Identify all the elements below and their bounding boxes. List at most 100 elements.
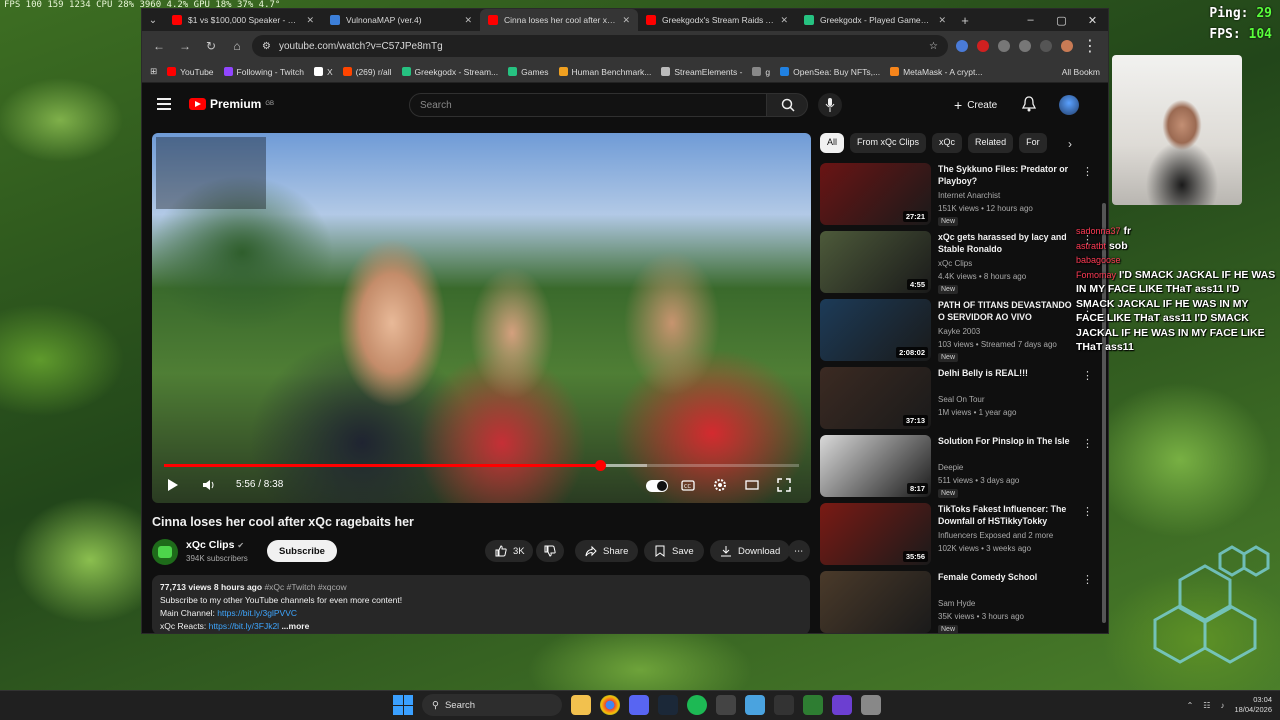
bookmark-item[interactable]: (269) r/all bbox=[342, 67, 392, 77]
browser-tab[interactable]: Cinna loses her cool after xQc ragebaits… bbox=[480, 9, 638, 31]
progress-bar[interactable] bbox=[164, 460, 799, 471]
volume-tray-icon[interactable]: ♪ bbox=[1220, 701, 1224, 710]
app-icon[interactable] bbox=[803, 695, 823, 715]
recommendation-channel[interactable]: Kayke 2003 bbox=[938, 327, 980, 336]
play-button[interactable] bbox=[168, 479, 178, 491]
reacts-channel-link[interactable]: https://bit.ly/3FJk2l bbox=[209, 621, 279, 631]
bookmark-item[interactable]: g bbox=[752, 67, 770, 77]
create-button[interactable]: + Create bbox=[950, 94, 1001, 116]
tab-close-icon[interactable]: ✕ bbox=[622, 15, 630, 26]
sidebar-icon[interactable] bbox=[1040, 40, 1052, 52]
filter-chip[interactable]: xQc bbox=[932, 133, 963, 153]
app-icon[interactable] bbox=[832, 695, 852, 715]
description-box[interactable]: 77,713 views 8 hours ago #xQc #Twitch #x… bbox=[152, 575, 810, 633]
back-button[interactable]: ← bbox=[148, 39, 170, 53]
share-button[interactable]: Share bbox=[575, 540, 639, 562]
maximize-button[interactable]: ▢ bbox=[1046, 14, 1077, 27]
recommendation-item[interactable]: 8:17 Solution For Pinslop in The Isle Deep… bbox=[820, 435, 1093, 503]
youtube-premium-logo[interactable]: Premium GB bbox=[189, 97, 274, 111]
discord-icon[interactable] bbox=[629, 695, 649, 715]
app-icon[interactable] bbox=[716, 695, 736, 715]
channel-name[interactable]: xQc Clips ✔ bbox=[186, 539, 244, 551]
recommendation-title[interactable]: Delhi Belly is REAL!!! bbox=[938, 367, 1078, 379]
recommendation-title[interactable]: Female Comedy School bbox=[938, 571, 1078, 583]
recommendation-item[interactable]: 27:21 The Sykkuno Files: Predator or Play… bbox=[820, 163, 1093, 231]
wifi-icon[interactable]: ☷ bbox=[1203, 701, 1210, 710]
forward-button[interactable]: → bbox=[174, 39, 196, 53]
show-more-link[interactable]: ...more bbox=[281, 621, 309, 631]
recommendation-item[interactable]: 4:55 xQc gets harassed by lacy and Stable… bbox=[820, 231, 1093, 299]
filter-chip[interactable]: All bbox=[820, 133, 845, 153]
recommendation-title[interactable]: Solution For Pinslop in The Isle bbox=[938, 435, 1078, 447]
account-avatar[interactable] bbox=[1059, 95, 1079, 115]
filter-chip[interactable]: From xQc Clips bbox=[850, 133, 927, 153]
captions-icon[interactable]: CC bbox=[680, 477, 696, 493]
chips-next-chevron-icon[interactable]: › bbox=[1068, 137, 1072, 151]
bookmark-item[interactable]: Human Benchmark... bbox=[558, 67, 651, 77]
volume-icon[interactable] bbox=[202, 479, 216, 491]
video-player[interactable]: 5:56 / 8:38 CC bbox=[152, 133, 811, 503]
taskbar-search[interactable]: ⚲ Search bbox=[422, 694, 562, 716]
filter-chip[interactable]: For bbox=[1019, 133, 1047, 153]
extension-icon[interactable] bbox=[956, 40, 968, 52]
more-actions-button[interactable]: ⋯ bbox=[788, 540, 810, 562]
fullscreen-icon[interactable] bbox=[776, 477, 792, 493]
browser-tab[interactable]: VulnonaMAP (ver.4) ✕ bbox=[322, 9, 480, 31]
address-bar[interactable]: ⚙ youtube.com/watch?v=C57JPe8mTg ☆ bbox=[252, 35, 948, 57]
autoplay-toggle[interactable] bbox=[646, 480, 668, 492]
bookmark-item[interactable]: Greekgodx - Stream... bbox=[401, 67, 498, 77]
voice-search-button[interactable] bbox=[818, 93, 842, 117]
recommendation-menu-icon[interactable]: ⋮ bbox=[1082, 573, 1093, 586]
theater-mode-icon[interactable] bbox=[744, 477, 760, 493]
video-thumbnail[interactable]: 27:21 bbox=[820, 163, 931, 225]
recommendation-channel[interactable]: Sam Hyde bbox=[938, 599, 975, 608]
new-tab-button[interactable]: + bbox=[954, 13, 976, 28]
tray-chevron-icon[interactable]: ⌃ bbox=[1187, 701, 1194, 710]
video-thumbnail[interactable]: 8:17 bbox=[820, 435, 931, 497]
recommendation-title[interactable]: TikToks Fakest Influencer: The Downfall … bbox=[938, 503, 1078, 527]
video-thumbnail[interactable]: 35:56 bbox=[820, 503, 931, 565]
video-thumbnail[interactable]: 37:13 bbox=[820, 367, 931, 429]
extension-icon[interactable] bbox=[977, 40, 989, 52]
subscribe-button[interactable]: Subscribe bbox=[267, 540, 337, 562]
bookmark-item[interactable]: OpenSea: Buy NFTs,... bbox=[780, 67, 880, 77]
tab-close-icon[interactable]: ✕ bbox=[938, 15, 946, 26]
video-thumbnail[interactable]: 2:08:02 bbox=[820, 299, 931, 361]
channel-avatar[interactable] bbox=[152, 539, 178, 565]
tab-close-icon[interactable]: ✕ bbox=[780, 15, 788, 26]
settings-icon[interactable] bbox=[861, 695, 881, 715]
menu-kebab-icon[interactable]: ⋮ bbox=[1082, 36, 1098, 56]
video-thumbnail[interactable] bbox=[820, 571, 931, 633]
recommendation-item[interactable]: Female Comedy School Sam Hyde 35K views • … bbox=[820, 571, 1093, 633]
browser-tab[interactable]: $1 vs $100,000 Speaker - YouTube ✕ bbox=[164, 9, 322, 31]
bookmark-item[interactable]: X bbox=[313, 67, 333, 77]
recommendation-item[interactable]: 37:13 Delhi Belly is REAL!!! Seal On Tour 1… bbox=[820, 367, 1093, 435]
app-icon[interactable] bbox=[774, 695, 794, 715]
recommendation-item[interactable]: 2:08:02 PATH OF TITANS DEVASTANDO O SERVI… bbox=[820, 299, 1093, 367]
browser-tab[interactable]: Greekgodx - Played Games - Twitch Tracke… bbox=[796, 9, 954, 31]
spotify-icon[interactable] bbox=[687, 695, 707, 715]
recommendation-channel[interactable]: Seal On Tour bbox=[938, 395, 985, 404]
search-button[interactable] bbox=[766, 93, 808, 117]
scrubber-handle[interactable] bbox=[595, 460, 607, 471]
minimize-button[interactable]: – bbox=[1015, 14, 1046, 27]
start-windows-icon[interactable] bbox=[393, 695, 413, 715]
video-thumbnail[interactable]: 4:55 bbox=[820, 231, 931, 293]
puzzle-icon[interactable] bbox=[998, 40, 1010, 52]
recommendation-menu-icon[interactable]: ⋮ bbox=[1082, 165, 1093, 178]
hashtags[interactable]: #xQc #Twitch #xqcow bbox=[264, 582, 346, 592]
tab-close-icon[interactable]: ✕ bbox=[306, 15, 314, 26]
bookmark-star-icon[interactable]: ☆ bbox=[929, 41, 938, 52]
clock[interactable]: 03:04 18/04/2026 bbox=[1234, 695, 1272, 715]
recommendation-menu-icon[interactable]: ⋮ bbox=[1082, 437, 1093, 450]
media-icon[interactable] bbox=[1019, 40, 1031, 52]
filter-chip[interactable]: Related bbox=[968, 133, 1014, 153]
steam-icon[interactable] bbox=[658, 695, 678, 715]
recommendation-menu-icon[interactable]: ⋮ bbox=[1082, 505, 1093, 518]
recommendation-menu-icon[interactable]: ⋮ bbox=[1082, 369, 1093, 382]
tab-close-icon[interactable]: ✕ bbox=[464, 15, 472, 26]
bookmark-item[interactable]: YouTube bbox=[167, 67, 214, 77]
file-explorer-icon[interactable] bbox=[571, 695, 591, 715]
bookmark-item[interactable]: StreamElements - bbox=[661, 67, 742, 77]
bookmark-item[interactable]: Games bbox=[508, 67, 549, 77]
